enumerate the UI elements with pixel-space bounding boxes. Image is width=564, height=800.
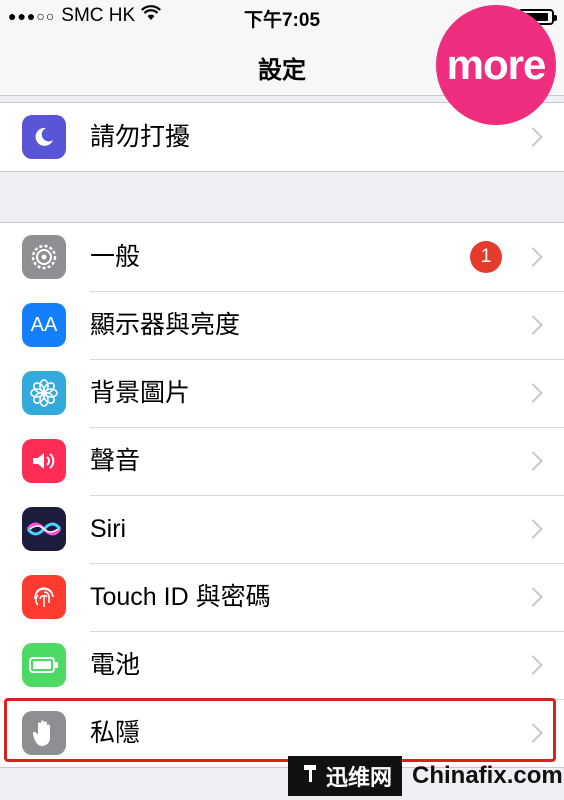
fingerprint-icon <box>22 575 66 619</box>
settings-row-label: Touch ID 與密碼 <box>90 583 271 611</box>
chevron-right-icon <box>523 451 543 471</box>
watermark-right-text: Chinafix.com <box>412 762 563 789</box>
watermark-badge: 迅维网 <box>288 756 403 796</box>
settings-row-battery[interactable]: 電池 <box>0 631 564 699</box>
text-size-icon: AA <box>22 303 66 347</box>
chevron-right-icon <box>523 519 543 539</box>
gear-icon <box>22 235 66 279</box>
settings-row-siri[interactable]: Siri <box>0 495 564 563</box>
chevron-right-icon <box>523 587 543 607</box>
chevron-right-icon <box>523 127 543 147</box>
hammer-icon <box>302 763 320 789</box>
settings-row-label: 一般 <box>90 243 141 271</box>
settings-row-wallpaper[interactable]: 背景圖片 <box>0 359 564 427</box>
settings-group-general: 一般 1 AA 顯示器與亮度 背景圖片 聲音 Siri Touch ID 與密碼 <box>0 222 564 768</box>
settings-row-label: 請勿打擾 <box>90 123 191 151</box>
notification-badge: 1 <box>470 241 502 273</box>
siri-icon <box>22 507 66 551</box>
chevron-right-icon <box>523 383 543 403</box>
settings-row-display-brightness[interactable]: AA 顯示器與亮度 <box>0 291 564 359</box>
settings-row-label: 電池 <box>90 651 141 679</box>
more-logo: more <box>436 5 556 125</box>
battery-icon <box>22 643 66 687</box>
settings-row-general[interactable]: 一般 1 <box>0 223 564 291</box>
chevron-right-icon <box>523 315 543 335</box>
moon-icon <box>22 115 66 159</box>
speaker-icon <box>22 439 66 483</box>
chevron-right-icon <box>523 247 543 267</box>
settings-row-label: 背景圖片 <box>90 379 191 407</box>
settings-row-label: 聲音 <box>90 447 141 475</box>
settings-row-label: 顯示器與亮度 <box>90 311 241 339</box>
settings-row-label: Siri <box>90 515 127 543</box>
flower-icon <box>22 371 66 415</box>
chevron-right-icon <box>523 655 543 675</box>
settings-row-sounds[interactable]: 聲音 <box>0 427 564 495</box>
site-watermark: 迅维网 Chinafix.com <box>288 752 564 800</box>
settings-row-touch-id-passcode[interactable]: Touch ID 與密碼 <box>0 563 564 631</box>
watermark-left-text: 迅维网 <box>326 765 393 790</box>
